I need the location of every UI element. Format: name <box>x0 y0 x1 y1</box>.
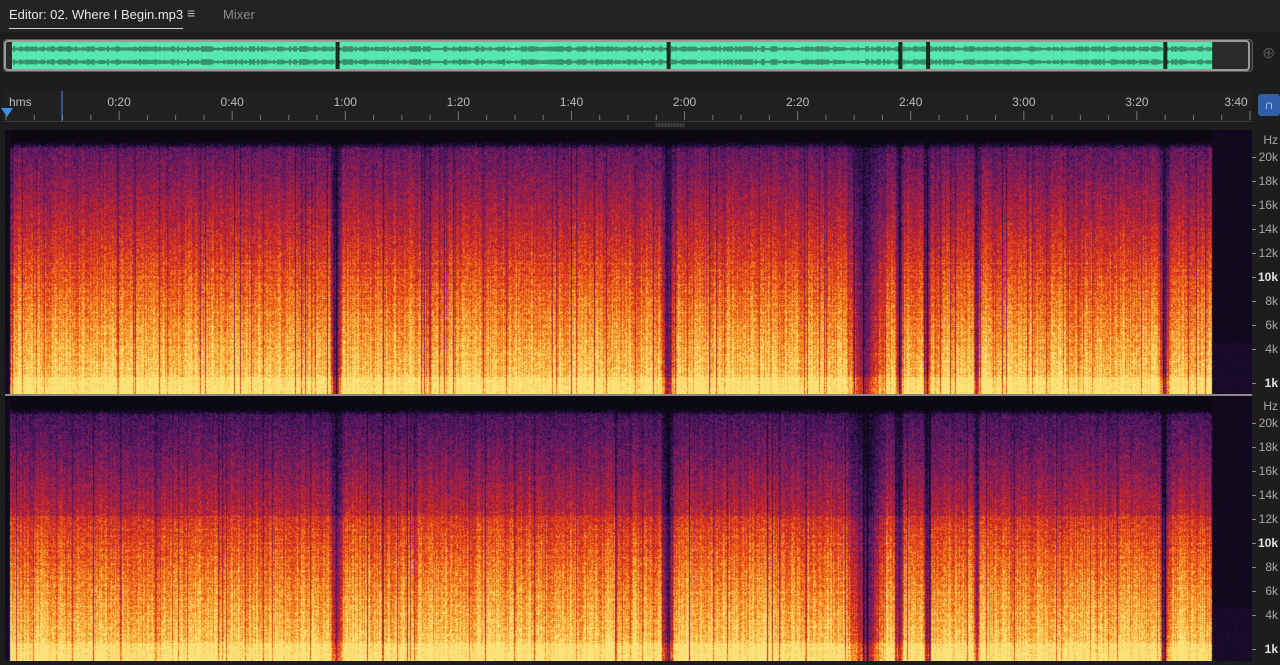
overview-quiet-mark <box>335 42 340 69</box>
frequency-label: 6k <box>1265 583 1278 598</box>
overview-quiet-mark <box>926 42 931 69</box>
ruler-tick-label: 1:40 <box>559 95 584 109</box>
overview-waveform[interactable] <box>3 39 1253 72</box>
hz-label: Hz <box>1263 399 1278 413</box>
ruler-ticks <box>5 91 1251 121</box>
ruler-tick-label: 1:20 <box>446 95 471 109</box>
frequency-tick <box>1252 157 1256 159</box>
tab-editor[interactable]: Editor: 02. Where I Begin.mp3 <box>9 6 184 29</box>
overview-quiet-mark <box>666 42 671 69</box>
spectral-display-left[interactable] <box>5 130 1252 395</box>
frequency-scale-left: Hz 20k 18k 16k 14k 12k 10k 8k 6k 4k 1k <box>1252 130 1280 395</box>
time-ruler[interactable]: hms 0:20 0:40 1:00 1:20 1:40 2:00 2:20 2:40 3:00… <box>4 91 1252 122</box>
spectrogram-right <box>5 396 1252 661</box>
frequency-label: 1k <box>1264 642 1278 657</box>
panel-tabbar: Editor: 02. Where I Begin.mp3 ≡ Mixer <box>0 0 1280 32</box>
frequency-tick <box>1252 229 1256 231</box>
frequency-tick <box>1252 300 1256 302</box>
resize-grip-icon[interactable] <box>655 123 685 127</box>
ruler-tick-label: 2:00 <box>672 95 697 109</box>
frequency-tick <box>1252 423 1256 425</box>
ruler-tick-label: 2:40 <box>899 95 923 109</box>
frequency-tick <box>1252 181 1256 183</box>
frequency-tick <box>1252 324 1256 326</box>
ruler-tick-label: 3:20 <box>1125 95 1149 109</box>
ruler-tick-label: 0:20 <box>107 95 131 109</box>
ruler-tick-label: 0:40 <box>220 95 244 109</box>
frequency-label: 14k <box>1258 488 1278 503</box>
frequency-tick <box>1252 447 1256 449</box>
frequency-tick <box>1252 470 1256 472</box>
frequency-tick <box>1252 518 1256 520</box>
frequency-label: 1k <box>1264 376 1278 391</box>
frequency-tick <box>1252 566 1256 568</box>
frequency-tick <box>1252 614 1256 616</box>
frequency-tick <box>1252 252 1256 254</box>
frequency-label: 10k <box>1257 536 1278 551</box>
frequency-tick <box>1252 277 1256 279</box>
overview-waveform-fill <box>12 42 1213 69</box>
ruler-unit-label: hms <box>9 95 32 109</box>
hamburger-icon[interactable]: ≡ <box>187 5 195 21</box>
frequency-label: 12k <box>1258 245 1278 260</box>
frequency-label: 12k <box>1258 511 1278 526</box>
frequency-tick <box>1252 590 1256 592</box>
spectral-display-right[interactable] <box>5 396 1252 661</box>
frequency-label: 16k <box>1258 197 1278 212</box>
ruler-tick-label: 1:00 <box>333 95 357 109</box>
frequency-label: 16k <box>1258 463 1278 478</box>
frequency-tick <box>1252 649 1256 651</box>
frequency-label: 20k <box>1258 150 1278 165</box>
frequency-label: 6k <box>1265 317 1278 332</box>
frequency-tick <box>1252 204 1256 206</box>
ruler-tick-label: 2:20 <box>785 95 810 109</box>
frequency-tick <box>1252 348 1256 350</box>
frequency-label: 4k <box>1265 607 1278 622</box>
snap-headphones-button[interactable]: ∩ <box>1258 94 1280 116</box>
playhead-icon[interactable] <box>1 108 13 117</box>
ruler-tick-label: 3:00 <box>1012 95 1036 109</box>
hz-label: Hz <box>1263 133 1278 147</box>
frequency-label: 20k <box>1258 416 1278 431</box>
overview-quiet-mark <box>898 42 903 69</box>
frequency-label: 8k <box>1265 293 1278 308</box>
frequency-label: 14k <box>1258 222 1278 237</box>
frequency-tick <box>1252 543 1256 545</box>
frequency-scale-right: Hz 20k 18k 16k 14k 12k 10k 8k 6k 4k 1k <box>1252 396 1280 661</box>
ruler-tick-label: 3:40 <box>1224 95 1248 109</box>
frequency-label: 10k <box>1257 270 1278 285</box>
zoom-navigator-icon[interactable]: ⊕ <box>1262 43 1280 69</box>
frequency-label: 18k <box>1258 174 1278 189</box>
frequency-label: 8k <box>1265 559 1278 574</box>
overview-waveform-graphic <box>4 40 1250 71</box>
overview-quiet-mark <box>1163 42 1168 69</box>
tab-mixer[interactable]: Mixer <box>223 6 255 24</box>
spectrogram-left <box>5 130 1252 395</box>
frequency-tick <box>1252 495 1256 497</box>
frequency-tick <box>1252 383 1256 385</box>
frequency-label: 18k <box>1258 440 1278 455</box>
frequency-label: 4k <box>1265 341 1278 356</box>
